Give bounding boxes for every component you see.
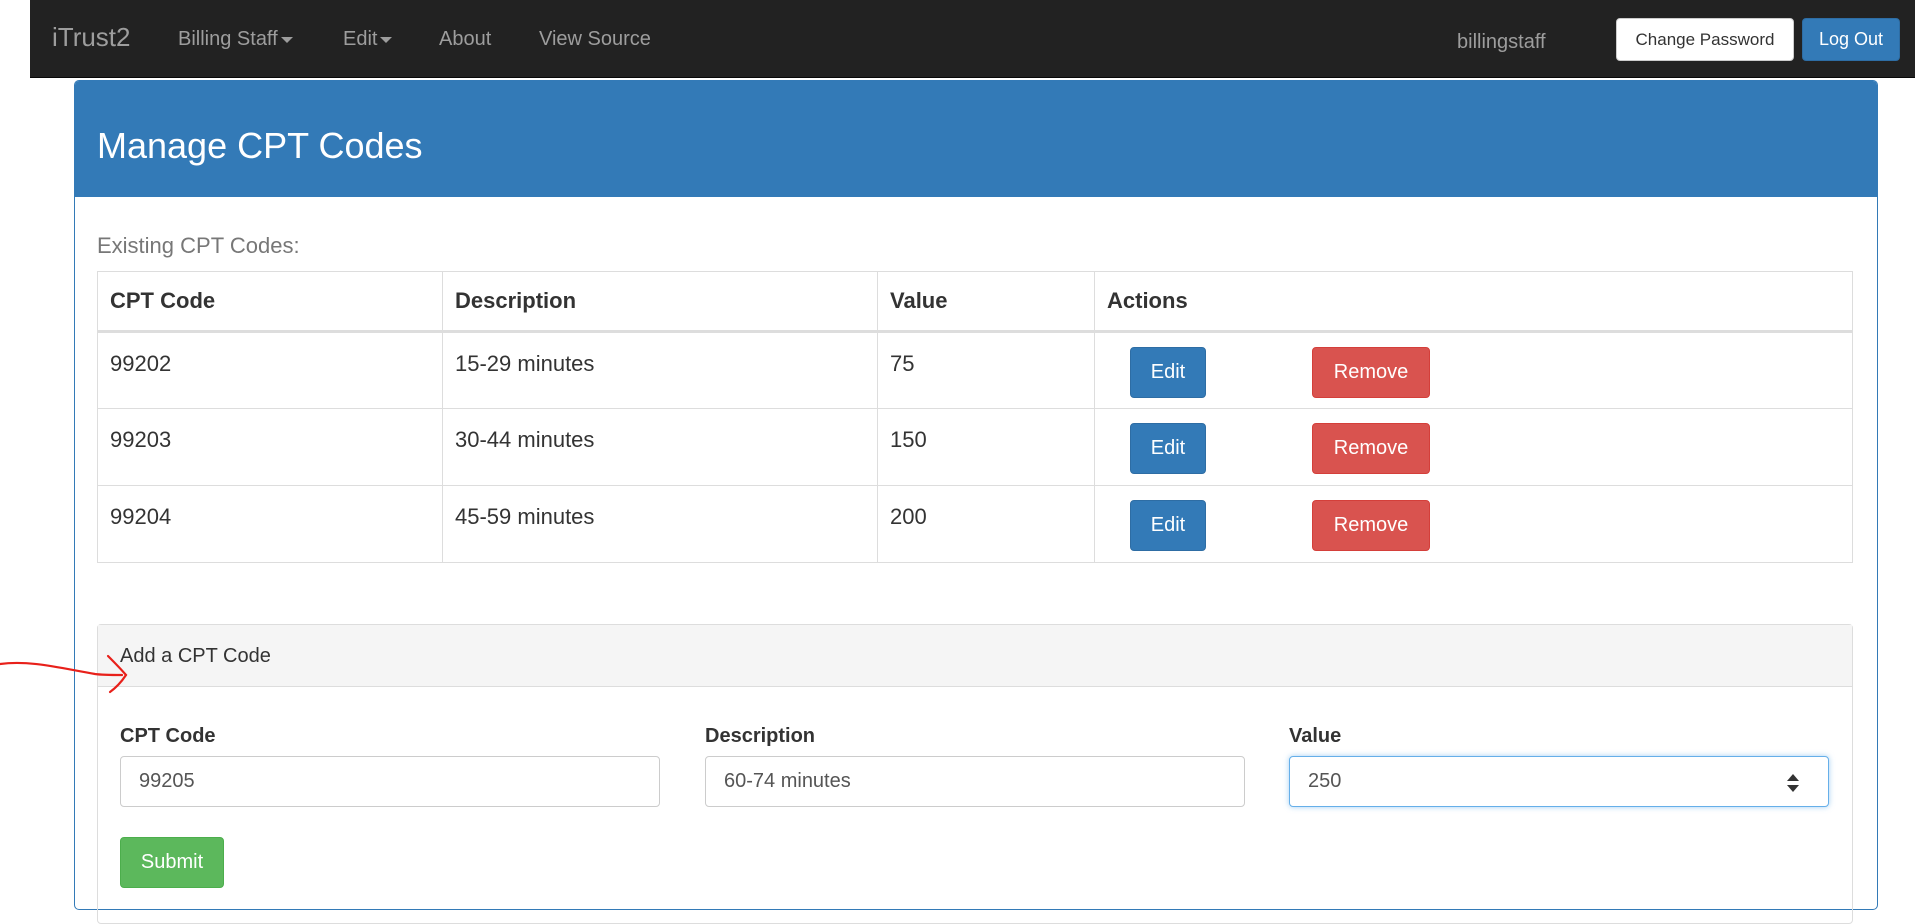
cell-description: 15-29 minutes <box>442 331 878 409</box>
cell-description: 45-59 minutes <box>442 485 878 563</box>
description-label: Description <box>705 725 816 747</box>
remove-button[interactable]: Remove <box>1312 500 1430 551</box>
value-input[interactable] <box>1289 756 1829 807</box>
cell-value: 150 <box>877 408 1095 486</box>
brand-link[interactable]: iTrust2 <box>52 22 131 53</box>
edit-button[interactable]: Edit <box>1130 423 1206 474</box>
cell-value: 75 <box>877 331 1095 409</box>
nav-billing-staff-label: Billing Staff <box>178 28 278 50</box>
value-label: Value <box>1289 725 1342 747</box>
cell-actions: Edit Remove <box>1094 331 1853 409</box>
nav-edit-label: Edit <box>343 28 378 50</box>
change-password-button[interactable]: Change Password <box>1616 18 1794 61</box>
edit-button[interactable]: Edit <box>1130 347 1206 398</box>
annotation-arrow-icon <box>0 654 128 694</box>
cell-description: 30-44 minutes <box>442 408 878 486</box>
logged-in-username: billingstaff <box>1457 31 1546 53</box>
remove-button[interactable]: Remove <box>1312 347 1430 398</box>
cpt-code-input[interactable] <box>120 756 660 807</box>
nav-view-source-link[interactable]: View Source <box>539 28 651 51</box>
nav-edit-dropdown[interactable]: Edit <box>343 28 393 51</box>
header-cpt-code: CPT Code <box>97 271 443 333</box>
table-row: 99204 45-59 minutes 200 Edit Remove <box>97 485 1853 563</box>
header-value: Value <box>877 271 1095 333</box>
cpt-code-label: CPT Code <box>120 725 216 747</box>
submit-button[interactable]: Submit <box>120 837 224 888</box>
description-input[interactable] <box>705 756 1245 807</box>
header-description: Description <box>442 271 878 333</box>
caret-down-icon <box>380 36 393 43</box>
cell-value: 200 <box>877 485 1095 563</box>
manage-cpt-panel: Manage CPT Codes Existing CPT Codes: CPT… <box>74 80 1878 924</box>
header-actions: Actions <box>1094 271 1853 333</box>
add-panel-title: Add a CPT Code <box>120 645 271 667</box>
existing-codes-label: Existing CPT Codes: <box>97 233 300 258</box>
nav-billing-staff-dropdown[interactable]: Billing Staff <box>178 28 293 51</box>
cell-code: 99203 <box>97 408 443 486</box>
cell-code: 99202 <box>97 331 443 409</box>
top-navbar: iTrust2 Billing Staff Edit About View So… <box>30 0 1915 78</box>
logout-button[interactable]: Log Out <box>1802 18 1900 61</box>
table-header-row: CPT Code Description Value Actions <box>97 271 1853 333</box>
cell-actions: Edit Remove <box>1094 485 1853 563</box>
remove-button[interactable]: Remove <box>1312 423 1430 474</box>
panel-heading: Manage CPT Codes <box>75 81 1877 197</box>
add-panel-heading: Add a CPT Code <box>98 625 1852 687</box>
caret-down-icon <box>280 36 293 43</box>
page-title: Manage CPT Codes <box>97 125 423 166</box>
add-cpt-code-panel: Add a CPT Code CPT Code Description Valu… <box>97 624 1853 924</box>
cpt-codes-table: CPT Code Description Value Actions 99202… <box>97 271 1853 563</box>
edit-button[interactable]: Edit <box>1130 500 1206 551</box>
table-row: 99203 30-44 minutes 150 Edit Remove <box>97 408 1853 486</box>
table-row: 99202 15-29 minutes 75 Edit Remove <box>97 331 1853 409</box>
cell-actions: Edit Remove <box>1094 408 1853 486</box>
cell-code: 99204 <box>97 485 443 563</box>
nav-about-link[interactable]: About <box>439 28 491 51</box>
